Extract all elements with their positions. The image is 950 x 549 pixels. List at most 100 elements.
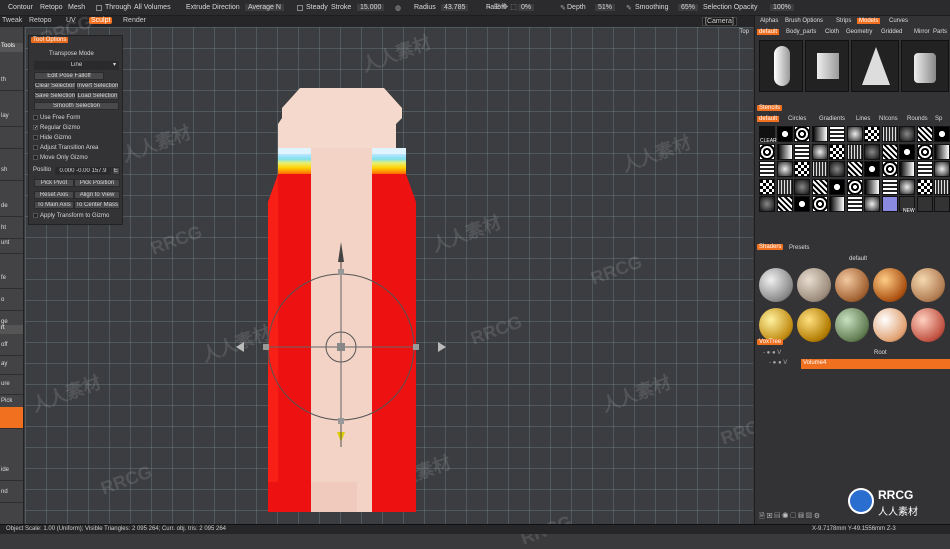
contour-tab[interactable]: Contour: [8, 4, 33, 11]
steady-checkbox[interactable]: [297, 5, 303, 11]
voxtree-toolbar-icons[interactable]: 🗎 ▣ ▤ ◉ ▢ ▦ ▧ ⚙: [759, 512, 820, 523]
edit-pose-falloff-button[interactable]: Edit Pose Falloff: [34, 72, 104, 80]
depth-input[interactable]: 51%: [595, 4, 616, 11]
model-thumb-cylinder[interactable]: [901, 40, 949, 92]
left-strip-item[interactable]: ay: [0, 353, 23, 375]
stencil-thumb[interactable]: [776, 178, 793, 195]
stencil-thumb[interactable]: [829, 143, 845, 160]
stencil-thumb[interactable]: [934, 178, 950, 195]
stencil-thumb[interactable]: [846, 143, 863, 160]
invert-selection-button[interactable]: Invert Selection: [76, 82, 119, 90]
to-center-mass-button[interactable]: To Center Mass: [74, 201, 120, 209]
stencil-tab-sp[interactable]: Sp: [933, 116, 944, 122]
apply-transform-row[interactable]: Apply Transform to Gizmo: [33, 213, 109, 219]
visibility-icon[interactable]: - ● ● V: [769, 360, 787, 366]
transpose-gizmo[interactable]: [228, 232, 458, 462]
stencil-thumb[interactable]: [881, 161, 898, 177]
tab-sculpt[interactable]: Sculpt: [89, 17, 113, 24]
stencil-thumb[interactable]: [776, 126, 793, 142]
stencil-thumb[interactable]: [811, 126, 828, 142]
stencil-tab-default[interactable]: default: [757, 116, 780, 122]
tab-strips[interactable]: Strips: [834, 18, 853, 24]
checkbox[interactable]: [33, 213, 38, 218]
shader-ball-1[interactable]: [759, 268, 793, 302]
selection-opacity-input[interactable]: 100%: [770, 4, 794, 11]
stencil-thumb[interactable]: [881, 126, 898, 142]
tab-retopo[interactable]: Retopo: [27, 17, 54, 24]
stencil-thumb[interactable]: [811, 161, 828, 177]
shader-ball-7[interactable]: [797, 308, 831, 342]
model-thumb-capsule[interactable]: [759, 40, 803, 92]
stencil-thumb[interactable]: [916, 178, 933, 195]
tab-brush-options[interactable]: Brush Options: [783, 18, 825, 24]
stencil-thumb[interactable]: [916, 196, 933, 212]
stencil-thumb[interactable]: [881, 196, 898, 212]
through-checkbox[interactable]: [96, 5, 102, 11]
stencil-thumb[interactable]: [899, 126, 915, 142]
stencil-thumb[interactable]: [846, 126, 863, 142]
stencil-thumb[interactable]: [776, 143, 793, 160]
stencil-thumb[interactable]: [846, 161, 863, 177]
smooth-selection-button[interactable]: Smooth Selection: [34, 102, 119, 110]
left-strip-item[interactable]: [0, 127, 23, 149]
stencil-thumb[interactable]: [899, 143, 915, 160]
stroke-input[interactable]: 15.000: [357, 4, 385, 11]
stencil-thumb[interactable]: [794, 178, 810, 195]
tab-tweak[interactable]: Tweak: [0, 17, 24, 24]
model-thumb-cone[interactable]: [851, 40, 899, 92]
extrude-direction-select[interactable]: Average N: [245, 4, 284, 11]
stencil-thumb[interactable]: [811, 143, 828, 160]
voxtree-volume-row[interactable]: - ● ● V Volume4: [755, 359, 950, 369]
save-selection-button[interactable]: Save Selection: [34, 92, 76, 100]
stencil-thumb[interactable]: [881, 143, 898, 160]
stencil-thumb[interactable]: [916, 161, 933, 177]
camera-select[interactable]: [Camera]: [702, 17, 737, 26]
stencil-thumb[interactable]: [811, 196, 828, 212]
stencil-thumb[interactable]: [916, 143, 933, 160]
model-tab-cloth[interactable]: Cloth: [823, 29, 841, 35]
stencil-tab-circles[interactable]: Circles: [786, 116, 808, 122]
presets-tab[interactable]: Presets: [789, 245, 809, 251]
stencil-thumb[interactable]: [864, 143, 880, 160]
stencil-tab-nicons[interactable]: NIcons: [877, 116, 900, 122]
stencil-thumb[interactable]: [811, 178, 828, 195]
left-strip-item[interactable]: sh: [0, 159, 23, 181]
stencil-thumb[interactable]: [794, 196, 810, 212]
clear-selection-button[interactable]: Clear Selection: [34, 82, 76, 90]
stencil-thumb[interactable]: [864, 126, 880, 142]
checkbox[interactable]: [33, 145, 38, 150]
stencil-thumb[interactable]: [934, 143, 950, 160]
left-strip-item[interactable]: unt: [0, 232, 23, 254]
stencil-thumb[interactable]: [916, 126, 933, 142]
stencil-tab-rounds[interactable]: Rounds: [905, 116, 930, 122]
tab-render[interactable]: Render: [121, 17, 148, 24]
shader-ball-2[interactable]: [797, 268, 831, 302]
model-tab-geometry[interactable]: Geometry: [844, 29, 874, 35]
retopo-menu[interactable]: Retopo: [40, 4, 63, 11]
model-tab-default[interactable]: default: [757, 29, 780, 35]
stencil-thumb[interactable]: [881, 178, 898, 195]
stencil-thumb[interactable]: [776, 161, 793, 177]
checkbox[interactable]: [33, 155, 38, 160]
checkbox-checked[interactable]: ✓: [33, 125, 38, 131]
stencil-tab-lines[interactable]: Lines: [854, 116, 872, 122]
left-strip-item[interactable]: lay: [0, 105, 23, 127]
regular-gizmo-row[interactable]: ✓ Regular Gizmo: [33, 125, 80, 131]
tab-models[interactable]: Models: [857, 18, 881, 24]
left-strip-item[interactable]: fe: [0, 267, 23, 289]
position-edit-icon[interactable]: E: [112, 167, 120, 175]
tab-alphas[interactable]: Alphas: [758, 18, 780, 24]
smoothing-input[interactable]: 65%: [678, 4, 699, 11]
left-strip-item[interactable]: th: [0, 69, 23, 91]
stencil-thumb[interactable]: [759, 196, 775, 212]
stencil-thumb[interactable]: [759, 178, 775, 195]
shader-ball-9[interactable]: [873, 308, 907, 342]
view-icons[interactable]: ◐ ☰ ✥ ⬚: [488, 3, 517, 11]
stencil-thumb[interactable]: [794, 161, 810, 177]
stencil-thumb[interactable]: [759, 161, 775, 177]
model-tab-parts[interactable]: Parts: [931, 29, 949, 35]
mesh-menu[interactable]: Mesh: [68, 4, 85, 11]
stencil-thumb[interactable]: [864, 178, 880, 195]
stencil-thumb[interactable]: [899, 161, 915, 177]
shader-ball-6[interactable]: [759, 308, 793, 342]
